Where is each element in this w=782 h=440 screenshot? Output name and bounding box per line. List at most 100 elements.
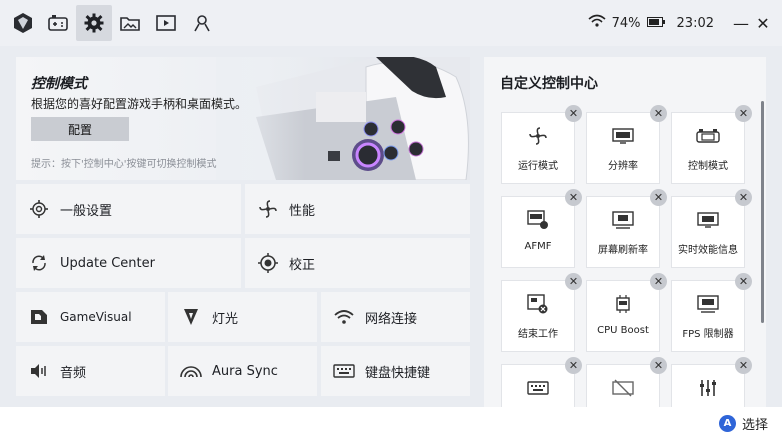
tile-label: Aura Sync: [212, 363, 278, 379]
remove-button[interactable]: ✕: [650, 357, 667, 374]
gear-outline-icon: [28, 198, 50, 220]
fps-settings-icon: [527, 209, 549, 231]
cc-card-fps-limiter[interactable]: FPS 限制器 ✕: [671, 273, 752, 352]
cc-card-end-task[interactable]: 结束工作 ✕: [501, 273, 582, 352]
equalizer-icon: [698, 377, 718, 399]
tile-label: 一般设置: [60, 203, 113, 219]
tile-aura-sync[interactable]: Aura Sync: [168, 346, 317, 396]
cc-card-keyboard[interactable]: ✕: [501, 357, 582, 407]
armoury-logo-icon[interactable]: [6, 5, 40, 41]
cc-card-refresh-rate[interactable]: 屏幕刷新率 ✕: [586, 189, 667, 268]
battery-icon: [646, 16, 665, 31]
control-mode-hint: 提示：按下'控制中心'按键可切换控制模式: [31, 159, 217, 170]
play-box-icon[interactable]: [148, 5, 184, 41]
tile-performance[interactable]: 性能: [245, 184, 470, 234]
select-label: 选择: [741, 418, 768, 433]
clock: 23:02: [676, 15, 714, 31]
tile-label: 校正: [289, 257, 316, 273]
gamevisual-icon: [28, 306, 50, 328]
status-area: 74% 23:02 — ✕: [588, 0, 774, 46]
tile-lighting[interactable]: 灯光: [168, 292, 317, 342]
remove-button[interactable]: ✕: [565, 105, 582, 122]
cc-card-label: 结束工作: [518, 329, 558, 340]
minimize-button[interactable]: —: [730, 14, 752, 33]
remove-button[interactable]: ✕: [735, 357, 752, 374]
tile-update-center[interactable]: Update Center: [16, 238, 241, 288]
refresh-icon: [28, 252, 50, 274]
wifi-icon: [333, 306, 355, 328]
cc-card-run-mode[interactable]: 运行模式 ✕: [501, 105, 582, 184]
keyboard-icon: [333, 360, 355, 382]
aura-sync-icon: [180, 360, 202, 382]
cc-card-label: AFMF: [524, 241, 552, 252]
control-center-title: 自定义控制中心: [500, 76, 598, 92]
fan-icon: [257, 198, 279, 220]
select-hint[interactable]: A 选择: [718, 414, 768, 433]
tile-general-settings[interactable]: 一般设置: [16, 184, 241, 234]
close-button[interactable]: ✕: [752, 14, 774, 33]
tile-audio[interactable]: 音频: [16, 346, 165, 396]
gamepad-icon[interactable]: [40, 5, 76, 41]
remove-button[interactable]: ✕: [650, 105, 667, 122]
fan-icon: [528, 125, 548, 147]
remove-button[interactable]: ✕: [650, 273, 667, 290]
end-task-icon: [527, 293, 549, 315]
controller-icon: [696, 125, 720, 147]
cc-card-resolution[interactable]: 分辨率 ✕: [586, 105, 667, 184]
control-mode-desc: 根据您的喜好配置游戏手柄和桌面模式。: [31, 97, 248, 111]
custom-control-center-panel: 自定义控制中心 运行模式 ✕ 分辨率 ✕ 控制模式 ✕ AFMF ✕ 屏幕刷新率…: [484, 57, 766, 407]
top-bar: 74% 23:02 — ✕: [0, 0, 782, 46]
fps-limiter-icon: [697, 293, 719, 315]
remove-button[interactable]: ✕: [735, 273, 752, 290]
tile-label: 键盘快捷键: [365, 365, 431, 381]
person-icon[interactable]: [184, 5, 220, 41]
control-mode-title: 控制模式: [31, 76, 87, 92]
remove-button[interactable]: ✕: [735, 189, 752, 206]
cc-card-label: FPS 限制器: [682, 329, 734, 340]
remove-button[interactable]: ✕: [650, 189, 667, 206]
cc-card-equalizer[interactable]: ✕: [671, 357, 752, 407]
tile-keyboard-shortcuts[interactable]: 键盘快捷键: [321, 346, 470, 396]
configure-button[interactable]: 配置: [31, 117, 129, 141]
image-folder-icon[interactable]: [112, 5, 148, 41]
cc-card-realtime-info[interactable]: 实时效能信息 ✕: [671, 189, 752, 268]
fhd-icon: [612, 125, 634, 147]
remove-button[interactable]: ✕: [565, 189, 582, 206]
tile-network[interactable]: 网络连接: [321, 292, 470, 342]
cc-card-label: 分辨率: [608, 161, 638, 172]
cc-card-afmf[interactable]: AFMF ✕: [501, 189, 582, 268]
cc-card-label: 运行模式: [518, 161, 558, 172]
lighting-icon: [180, 306, 202, 328]
cc-card-control-mode[interactable]: 控制模式 ✕: [671, 105, 752, 184]
cc-card-touch-disable[interactable]: ✕: [586, 357, 667, 407]
bottom-bar: A 选择: [0, 407, 782, 440]
hz-icon: [612, 209, 634, 231]
tile-label: 灯光: [212, 311, 239, 327]
keyboard-icon: [527, 377, 549, 399]
control-mode-card: 控制模式 根据您的喜好配置游戏手柄和桌面模式。 配置 提示：按下'控制中心'按键…: [16, 57, 470, 180]
speaker-icon: [28, 360, 50, 382]
cc-card-label: 实时效能信息: [678, 245, 738, 256]
tile-label: 音频: [60, 365, 87, 381]
touch-disable-icon: [612, 377, 634, 399]
ally-device-image: [216, 57, 470, 180]
cc-card-label: 屏幕刷新率: [598, 245, 648, 256]
tile-label: 性能: [289, 203, 316, 219]
tile-label: Update Center: [60, 255, 155, 271]
top-nav: [0, 0, 220, 46]
target-icon: [257, 252, 279, 274]
tile-calibration[interactable]: 校正: [245, 238, 470, 288]
a-button-icon: A: [718, 415, 736, 432]
scrollbar[interactable]: [761, 101, 764, 323]
gear-icon[interactable]: [76, 5, 112, 41]
wifi-icon: [588, 14, 606, 32]
info-icon: [697, 209, 719, 231]
battery-percent: 74%: [611, 15, 641, 31]
cc-card-label: 控制模式: [688, 161, 728, 172]
cc-card-cpu-boost[interactable]: CPU Boost ✕: [586, 273, 667, 352]
remove-button[interactable]: ✕: [735, 105, 752, 122]
tile-gamevisual[interactable]: GameVisual: [16, 292, 165, 342]
remove-button[interactable]: ✕: [565, 357, 582, 374]
remove-button[interactable]: ✕: [565, 273, 582, 290]
cc-card-label: CPU Boost: [597, 325, 649, 336]
